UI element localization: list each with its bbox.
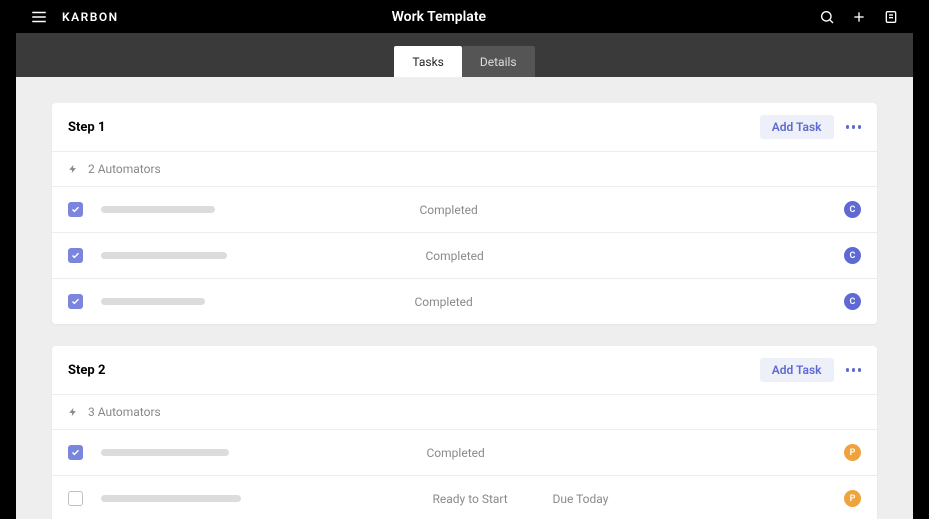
task-assignee-avatar[interactable]: C (844, 293, 861, 310)
bolt-icon (68, 407, 78, 417)
task-title-placeholder (101, 298, 205, 305)
task-title-placeholder (101, 252, 227, 259)
task-title-placeholder (101, 449, 229, 456)
section-step-1: Step 1 Add Task 2 Automators Completed C… (52, 103, 877, 324)
task-title-placeholder (101, 206, 215, 213)
automator-count: 3 Automators (88, 405, 161, 419)
task-assignee-avatar[interactable]: P (844, 490, 861, 507)
task-row[interactable]: Completed C (52, 232, 877, 278)
page-title: Work Template (59, 9, 819, 25)
task-due: Due Today (553, 492, 653, 506)
task-checkbox[interactable] (68, 294, 83, 309)
task-checkbox[interactable] (68, 202, 83, 217)
add-task-button[interactable]: Add Task (760, 115, 834, 139)
menu-icon[interactable] (30, 8, 48, 26)
notes-icon[interactable] (883, 9, 899, 25)
task-row[interactable]: Ready to Start Due Today P (52, 475, 877, 519)
task-checkbox[interactable] (68, 491, 83, 506)
task-assignee-avatar[interactable]: C (844, 201, 861, 218)
tab-bar: Tasks Details (16, 33, 913, 77)
task-assignee-avatar[interactable]: P (844, 444, 861, 461)
task-assignee-avatar[interactable]: C (844, 247, 861, 264)
tab-details[interactable]: Details (462, 46, 535, 77)
task-row[interactable]: Completed P (52, 429, 877, 475)
task-status: Completed (415, 295, 535, 309)
section-title: Step 2 (68, 363, 105, 378)
section-menu-icon[interactable] (846, 125, 862, 129)
automator-row: 3 Automators (52, 394, 877, 429)
tab-tasks[interactable]: Tasks (394, 46, 462, 77)
task-status: Completed (420, 203, 540, 217)
task-status: Ready to Start (433, 492, 553, 506)
task-status: Completed (426, 249, 546, 263)
task-row[interactable]: Completed C (52, 278, 877, 324)
section-title: Step 1 (68, 120, 105, 135)
automator-count: 2 Automators (88, 162, 161, 176)
task-checkbox[interactable] (68, 445, 83, 460)
task-title-placeholder (101, 495, 241, 502)
section-menu-icon[interactable] (846, 368, 862, 372)
add-icon[interactable] (851, 9, 867, 25)
automator-row: 2 Automators (52, 151, 877, 186)
task-row[interactable]: Completed C (52, 186, 877, 232)
add-task-button[interactable]: Add Task (760, 358, 834, 382)
section-step-2: Step 2 Add Task 3 Automators Completed P… (52, 346, 877, 519)
task-checkbox[interactable] (68, 248, 83, 263)
task-status: Completed (427, 446, 547, 460)
bolt-icon (68, 164, 78, 174)
search-icon[interactable] (819, 9, 835, 25)
